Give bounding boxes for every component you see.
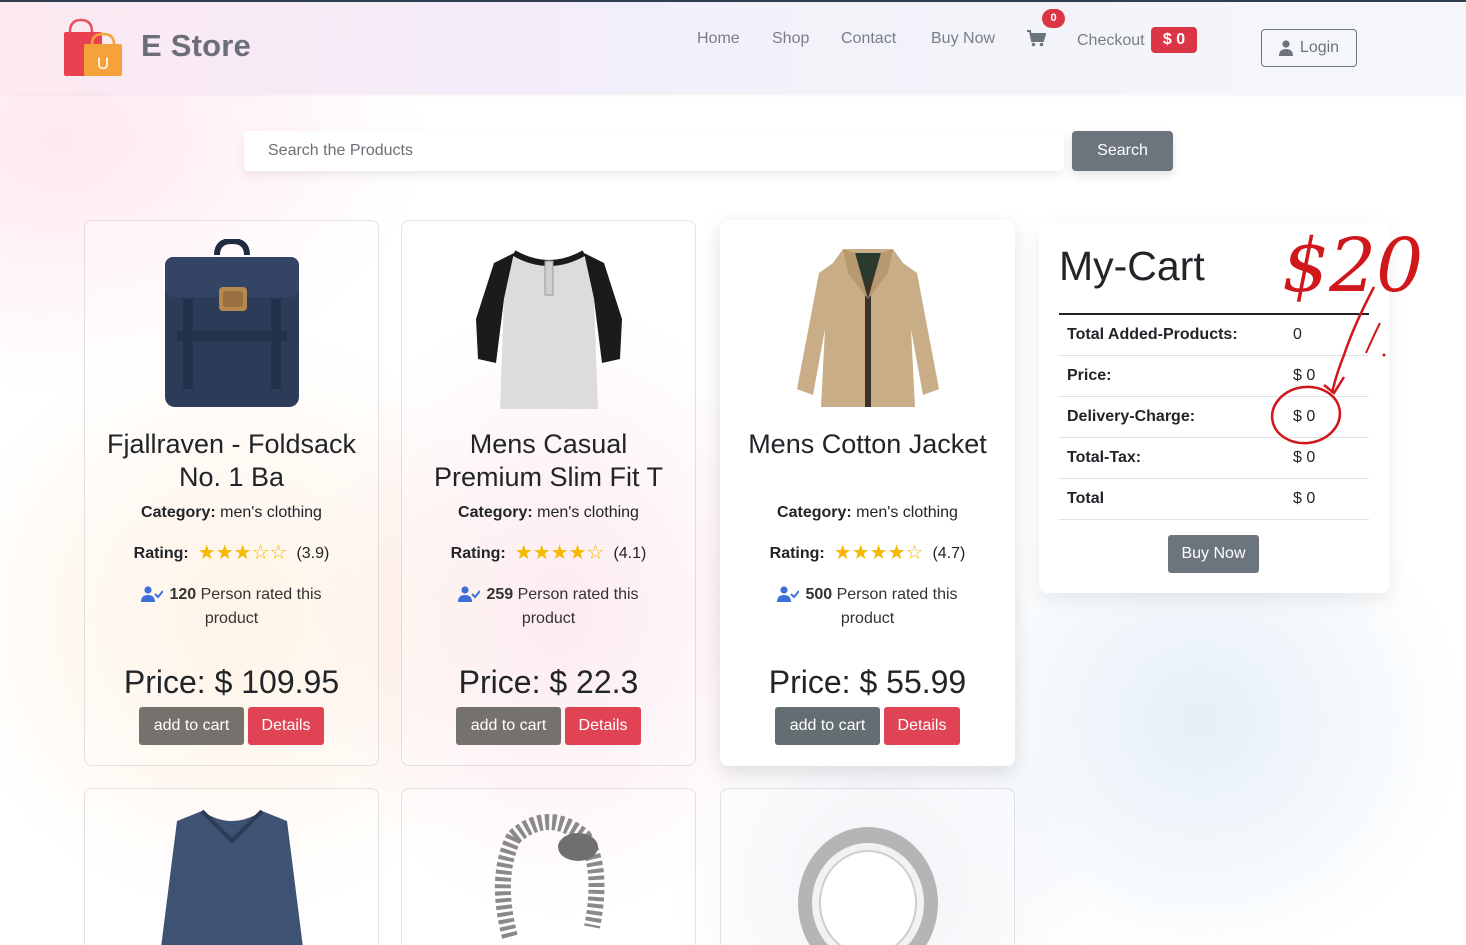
product-title[interactable]: Fjallraven - Foldsack No. 1 Ba [105, 428, 358, 494]
add-to-cart-button[interactable]: add to cart [775, 707, 880, 745]
star-rating-icons: ★★★★☆ [515, 543, 605, 564]
product-rating: Rating: ★★★☆☆ (3.9) [133, 542, 330, 564]
jacket-image[interactable] [793, 239, 943, 411]
star-filled-icon: ★ [550, 542, 569, 564]
star-empty-icon: ☆ [251, 542, 270, 564]
cart-summary-table: Total Added-Products: 0 Price: $ 0 Deliver… [1059, 313, 1369, 520]
product-category: Category: men's clothing [458, 504, 639, 521]
search-button[interactable]: Search [1072, 131, 1173, 171]
product-card [401, 788, 696, 945]
nav-buy-now-link[interactable]: Buy Now [931, 30, 995, 48]
product-title[interactable]: Mens Casual Premium Slim Fit T [422, 428, 675, 494]
details-button[interactable]: Details [248, 707, 324, 745]
search-input[interactable] [244, 131, 1064, 171]
product-category: Category: men's clothing [777, 504, 958, 521]
product-card [720, 788, 1015, 945]
product-card: Mens Cotton Jacket Category: men's cloth… [720, 220, 1015, 766]
product-card [84, 788, 379, 945]
table-row: Total Added-Products: 0 [1059, 314, 1369, 356]
star-rating-icons: ★★★★☆ [834, 543, 924, 564]
login-button[interactable]: Login [1261, 29, 1357, 67]
product-card: Mens Casual Premium Slim Fit T Category:… [401, 220, 696, 766]
dragon-bracelet-image[interactable] [474, 807, 624, 945]
star-empty-icon: ☆ [586, 542, 605, 564]
long-sleeve-shirt-image[interactable] [157, 807, 307, 945]
nav-home-link[interactable]: Home [697, 30, 740, 48]
star-rating-icons: ★★★☆☆ [198, 543, 288, 564]
cart-title: My-Cart [1059, 243, 1205, 289]
star-filled-icon: ★ [568, 542, 587, 564]
checkout-amount-badge[interactable]: $ 0 [1151, 27, 1197, 53]
star-filled-icon: ★ [215, 542, 234, 564]
silver-ring-image[interactable] [793, 807, 943, 945]
star-filled-icon: ★ [532, 542, 551, 564]
product-rating: Rating: ★★★★☆ (4.7) [769, 542, 966, 564]
shopping-cart-icon[interactable] [1027, 30, 1046, 47]
user-icon [1278, 40, 1293, 56]
cart-count-badge: 0 [1042, 9, 1065, 28]
product-rating: Rating: ★★★★☆ (4.1) [450, 542, 647, 564]
svg-text:U: U [97, 54, 109, 73]
user-check-icon [141, 586, 164, 602]
brand-name[interactable]: E Store [141, 28, 251, 64]
star-filled-icon: ★ [197, 542, 216, 564]
table-row: Total $ 0 [1059, 478, 1369, 520]
star-filled-icon: ★ [514, 542, 533, 564]
star-filled-icon: ★ [869, 542, 888, 564]
user-check-icon [458, 586, 481, 602]
raglan-tshirt-image[interactable] [474, 239, 624, 411]
product-price: Price: $ 109.95 [123, 664, 340, 700]
product-price: Price: $ 55.99 [768, 664, 967, 700]
table-row: Delivery-Charge: $ 0 [1059, 396, 1369, 438]
login-label: Login [1299, 39, 1340, 56]
star-empty-icon: ☆ [905, 542, 924, 564]
product-card: Fjallraven - Foldsack No. 1 Ba Category:… [84, 220, 379, 766]
checkout-link[interactable]: Checkout [1077, 32, 1145, 50]
nav-shop-link[interactable]: Shop [772, 30, 809, 48]
shopping-bag-logo-icon[interactable]: U [62, 18, 124, 78]
star-filled-icon: ★ [833, 542, 852, 564]
rated-count-text: 259 Person rated this product [442, 583, 655, 631]
add-to-cart-button[interactable]: add to cart [139, 707, 244, 745]
navbar: U E Store Home Shop Contact Buy Now 0 Ch… [0, 0, 1466, 94]
details-button[interactable]: Details [565, 707, 641, 745]
rated-count-text: 120 Person rated this product [125, 583, 338, 631]
user-check-icon [777, 586, 800, 602]
details-button[interactable]: Details [884, 707, 960, 745]
star-filled-icon: ★ [851, 542, 870, 564]
rated-count-text: 500 Person rated this product [761, 583, 974, 631]
my-cart-panel: My-Cart Total Added-Products: 0 Price: $ 0… [1039, 223, 1389, 593]
table-row: Price: $ 0 [1059, 355, 1369, 397]
table-row: Total-Tax: $ 0 [1059, 437, 1369, 479]
backpack-image[interactable] [157, 239, 307, 411]
star-empty-icon: ☆ [269, 542, 288, 564]
nav-contact-link[interactable]: Contact [841, 30, 896, 48]
add-to-cart-button[interactable]: add to cart [456, 707, 561, 745]
buy-now-button[interactable]: Buy Now [1168, 535, 1259, 573]
star-filled-icon: ★ [887, 542, 906, 564]
product-title[interactable]: Mens Cotton Jacket [741, 428, 994, 461]
product-price: Price: $ 22.3 [458, 664, 639, 700]
product-category: Category: men's clothing [141, 504, 322, 521]
star-filled-icon: ★ [233, 542, 252, 564]
